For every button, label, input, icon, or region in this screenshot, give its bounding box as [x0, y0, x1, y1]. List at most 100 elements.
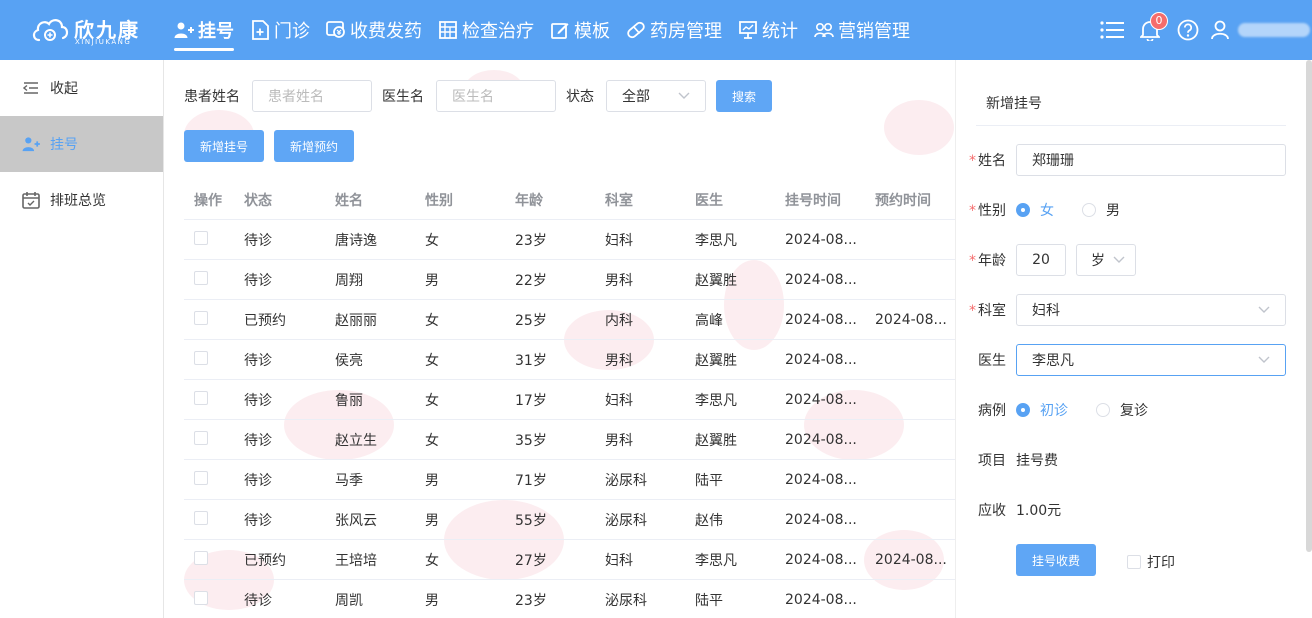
doctor-select[interactable]: 李思凡	[1016, 344, 1286, 376]
new-registration-button[interactable]: 新增挂号	[184, 130, 264, 162]
gender-label: 性别	[978, 203, 1006, 219]
table-row[interactable]: 待诊 唐诗逸 女 23岁 妇科 李思凡 2024-08...	[184, 220, 955, 260]
cell-registered-time: 2024-08...	[785, 351, 857, 368]
search-button[interactable]: 搜索	[716, 80, 772, 112]
table-row[interactable]: 待诊 侯亮 女 31岁 男科 赵翼胜 2024-08...	[184, 340, 955, 380]
nav-exam[interactable]: 检查治疗	[434, 0, 546, 60]
print-checkbox[interactable]: 打印	[1127, 552, 1175, 572]
name-field[interactable]: 郑珊珊	[1016, 144, 1286, 176]
sidebar-item-collapse[interactable]: 收起	[0, 60, 163, 116]
main-content: 患者姓名 患者姓名 医生名 医生名 状态 全部 搜索 新增挂号 新增预约 操作 …	[164, 60, 955, 618]
print-label: 打印	[1147, 555, 1175, 571]
amount-due-row: 应收 1.00元	[956, 494, 1296, 526]
cell-status: 待诊	[244, 272, 272, 289]
cell-registered-time: 2024-08...	[785, 271, 857, 288]
row-checkbox[interactable]	[194, 390, 208, 405]
nav-outpatient-label: 门诊	[274, 21, 310, 42]
cell-patient-name: 马季	[335, 472, 363, 489]
nav-pharmacy-label: 药房管理	[650, 21, 722, 42]
cell-doctor: 赵翼胜	[695, 352, 737, 369]
nav-statistics[interactable]: 统计	[734, 0, 810, 60]
cell-registered-time: 2024-08...	[785, 471, 857, 488]
nav-registration[interactable]: 挂号	[170, 0, 246, 60]
cell-doctor: 高峰	[695, 312, 723, 329]
cell-doctor: 赵翼胜	[695, 272, 737, 289]
cell-department: 男科	[605, 272, 633, 289]
cell-department: 泌尿科	[605, 512, 647, 529]
row-checkbox[interactable]	[194, 430, 208, 445]
department-label: 科室	[978, 303, 1006, 319]
cell-row-select	[184, 350, 234, 369]
row-checkbox[interactable]	[194, 550, 208, 565]
cell-doctor: 陆平	[695, 592, 723, 609]
gender-female-radio[interactable]: 女	[1016, 200, 1054, 220]
row-checkbox[interactable]	[194, 350, 208, 365]
action-buttons: 新增挂号 新增预约	[184, 130, 364, 162]
table-row[interactable]: 已预约 王培培 女 27岁 妇科 李思凡 2024-08... 2024-08...	[184, 540, 955, 580]
nav-billing[interactable]: 收费发药	[322, 0, 434, 60]
row-checkbox[interactable]	[194, 270, 208, 285]
chevron-down-icon	[1258, 352, 1270, 368]
top-header: 欣九康 XINJIUKANG 挂号 门诊 收费发药 检查治疗 模板 药房管理 统…	[0, 0, 1312, 60]
patient-name-input[interactable]: 患者姓名	[252, 80, 372, 112]
cell-age: 22岁	[515, 272, 547, 289]
age-unit-select[interactable]: 岁	[1076, 244, 1136, 276]
sidebar-item-schedule[interactable]: 排班总览	[0, 172, 163, 228]
nav-outpatient[interactable]: 门诊	[246, 0, 322, 60]
table-row[interactable]: 待诊 周凯 男 23岁 泌尿科 陆平 2024-08...	[184, 580, 955, 618]
help-icon[interactable]	[1176, 18, 1200, 42]
table-row[interactable]: 待诊 马季 男 71岁 泌尿科 陆平 2024-08...	[184, 460, 955, 500]
case-return-visit-radio[interactable]: 复诊	[1096, 400, 1148, 420]
cell-row-select	[184, 270, 234, 289]
app-logo[interactable]: 欣九康 XINJIUKANG	[30, 12, 140, 48]
cell-age: 31岁	[515, 352, 547, 369]
item-value: 挂号费	[1016, 453, 1058, 469]
table-row[interactable]: 待诊 鲁丽 女 17岁 妇科 李思凡 2024-08...	[184, 380, 955, 420]
table-row[interactable]: 待诊 张风云 男 55岁 泌尿科 赵伟 2024-08...	[184, 500, 955, 540]
cell-registered-time: 2024-08...	[785, 231, 857, 248]
new-appointment-button[interactable]: 新增预约	[274, 130, 354, 162]
row-checkbox[interactable]	[194, 310, 208, 325]
doctor-name-input[interactable]: 医生名	[436, 80, 556, 112]
user-name-redacted[interactable]	[1238, 23, 1310, 37]
age-input[interactable]: 20	[1016, 244, 1066, 276]
table-row[interactable]: 待诊 赵立生 女 35岁 男科 赵翼胜 2024-08...	[184, 420, 955, 460]
cell-status: 待诊	[244, 352, 272, 369]
nav-exam-label: 检查治疗	[462, 21, 534, 42]
case-first-visit-radio[interactable]: 初诊	[1016, 400, 1068, 420]
row-checkbox[interactable]	[194, 470, 208, 485]
user-icon[interactable]	[1208, 18, 1232, 42]
gender-male-radio[interactable]: 男	[1082, 200, 1120, 220]
cell-age: 55岁	[515, 512, 547, 529]
panel-scrollbar[interactable]	[1306, 60, 1312, 552]
table-row[interactable]: 已预约 赵丽丽 女 25岁 内科 高峰 2024-08... 2024-08...	[184, 300, 955, 340]
sidebar-item-registration[interactable]: 挂号	[0, 116, 163, 172]
cell-row-select	[184, 470, 234, 489]
cell-registered-time: 2024-08...	[785, 391, 857, 408]
table-row[interactable]: 待诊 周翔 男 22岁 男科 赵翼胜 2024-08...	[184, 260, 955, 300]
department-select[interactable]: 妇科	[1016, 294, 1286, 326]
nav-pharmacy[interactable]: 药房管理	[622, 0, 734, 60]
panel-divider	[976, 125, 1286, 126]
cell-gender: 男	[425, 272, 439, 289]
chevron-down-icon	[678, 88, 690, 104]
nav-template[interactable]: 模板	[546, 0, 622, 60]
cell-status: 待诊	[244, 512, 272, 529]
row-checkbox[interactable]	[194, 230, 208, 245]
menu-list-icon[interactable]	[1100, 18, 1124, 42]
bell-icon[interactable]: 0	[1138, 12, 1168, 42]
nav-statistics-label: 统计	[762, 21, 798, 42]
decorative-petal	[884, 100, 954, 155]
amount-due-label: 应收	[978, 503, 1006, 519]
row-checkbox[interactable]	[194, 590, 208, 605]
cell-appointment-time: 2024-08...	[875, 311, 947, 328]
cell-row-select	[184, 230, 234, 249]
sidebar: 收起 挂号 排班总览	[0, 60, 164, 618]
register-and-charge-button[interactable]: 挂号收费	[1016, 544, 1096, 576]
nav-marketing[interactable]: 营销管理	[810, 0, 922, 60]
status-select[interactable]: 全部	[606, 80, 706, 112]
row-checkbox[interactable]	[194, 510, 208, 525]
case-type-row: 病例 初诊 复诊	[956, 394, 1296, 426]
doctor-label: 医生	[978, 353, 1006, 369]
chevron-down-icon	[1258, 302, 1270, 318]
